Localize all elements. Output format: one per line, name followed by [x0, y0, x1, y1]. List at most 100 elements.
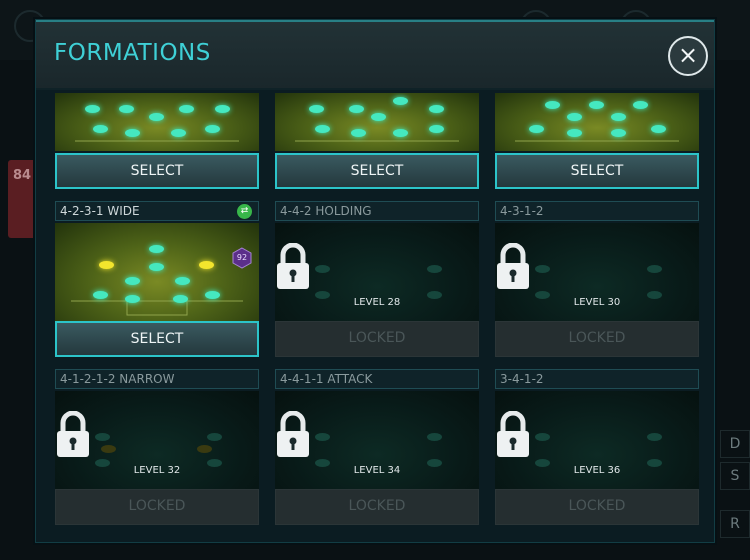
player-marker — [647, 433, 662, 441]
formation-pitch: LEVEL 34 — [275, 391, 479, 489]
player-marker — [197, 445, 212, 453]
rating-badge-value: 92 — [236, 253, 248, 262]
player-marker — [349, 105, 364, 113]
player-marker — [315, 265, 330, 273]
player-marker — [529, 125, 544, 133]
player-marker — [125, 129, 140, 137]
modal-title: FORMATIONS — [54, 40, 211, 66]
player-marker — [633, 101, 648, 109]
unlock-level: LEVEL 30 — [573, 297, 621, 308]
formation-name: 4-1-2-1-2 NARROW — [55, 369, 259, 389]
lock-icon — [277, 243, 309, 289]
close-icon: × — [677, 41, 699, 69]
pitch-lines — [75, 140, 239, 142]
background-card-rating: 84 — [13, 168, 32, 183]
player-marker — [149, 263, 164, 271]
player-marker — [93, 291, 108, 299]
player-marker — [371, 113, 386, 121]
player-marker — [545, 101, 560, 109]
player-marker — [175, 277, 190, 285]
locked-button: LOCKED — [275, 321, 479, 357]
formation-name: 3-4-1-2 — [495, 369, 699, 389]
locked-button: LOCKED — [275, 489, 479, 525]
player-marker — [611, 113, 626, 121]
formation-name: 4-3-1-2 — [495, 201, 699, 221]
player-marker — [429, 125, 444, 133]
formation-pitch: LEVEL 30 — [495, 223, 699, 321]
player-marker — [149, 113, 164, 121]
player-marker — [429, 105, 444, 113]
player-marker — [173, 295, 188, 303]
swap-icon: ⇄ — [237, 204, 252, 219]
player-marker — [535, 265, 550, 273]
player-marker — [393, 97, 408, 105]
formation-pitch — [55, 93, 259, 151]
player-marker — [427, 265, 442, 273]
formation-pitch: LEVEL 36 — [495, 391, 699, 489]
player-marker — [535, 433, 550, 441]
player-marker — [567, 129, 582, 137]
formation-pitch: LEVEL 32 — [55, 391, 259, 489]
player-marker — [215, 105, 230, 113]
player-marker — [589, 101, 604, 109]
player-marker — [393, 129, 408, 137]
player-marker — [351, 129, 366, 137]
player-marker — [567, 113, 582, 121]
background-side-button: S — [720, 462, 750, 490]
rating-badge: 92 — [231, 247, 253, 269]
player-marker — [125, 295, 140, 303]
pitch-lines — [71, 300, 243, 316]
background-player-card: 84 — [8, 160, 38, 238]
player-marker — [93, 125, 108, 133]
player-marker-captain — [199, 261, 214, 269]
player-marker — [315, 433, 330, 441]
player-marker — [85, 105, 100, 113]
player-marker — [315, 125, 330, 133]
player-marker — [149, 245, 164, 253]
player-marker — [171, 129, 186, 137]
player-marker — [205, 125, 220, 133]
player-marker — [647, 265, 662, 273]
formation-name-text: 4-2-3-1 WIDE — [60, 204, 140, 218]
player-marker — [309, 105, 324, 113]
player-marker — [651, 125, 666, 133]
player-marker — [427, 433, 442, 441]
select-button[interactable]: SELECT — [55, 153, 259, 189]
player-marker — [207, 433, 222, 441]
locked-button: LOCKED — [495, 489, 699, 525]
player-marker — [179, 105, 194, 113]
player-marker — [95, 433, 110, 441]
select-button[interactable]: SELECT — [275, 153, 479, 189]
lock-icon — [497, 243, 529, 289]
player-marker — [119, 105, 134, 113]
player-marker — [125, 277, 140, 285]
player-marker — [205, 291, 220, 299]
formation-pitch: 92 — [55, 223, 259, 321]
formation-name: 4-4-1-1 ATTACK — [275, 369, 479, 389]
lock-icon — [277, 411, 309, 457]
formation-pitch — [275, 93, 479, 151]
locked-button: LOCKED — [495, 321, 699, 357]
lock-icon — [497, 411, 529, 457]
pitch-lines — [295, 140, 459, 142]
formations-modal: FORMATIONS × SELECT SELECT SELECT 4-2-3-… — [35, 19, 715, 543]
formation-pitch — [495, 93, 699, 151]
player-marker — [101, 445, 116, 453]
formation-pitch: LEVEL 28 — [275, 223, 479, 321]
background-side-button: R — [720, 510, 750, 538]
unlock-level: LEVEL 34 — [353, 465, 401, 476]
formation-name: 4-4-2 HOLDING — [275, 201, 479, 221]
formation-name: 4-2-3-1 WIDE ⇄ — [55, 201, 259, 221]
select-button[interactable]: SELECT — [495, 153, 699, 189]
background-side-button: D — [720, 430, 750, 458]
locked-button: LOCKED — [55, 489, 259, 525]
close-button[interactable]: × — [668, 36, 708, 76]
unlock-level: LEVEL 28 — [353, 297, 401, 308]
modal-header: FORMATIONS × — [36, 20, 714, 90]
player-marker — [611, 129, 626, 137]
lock-icon — [57, 411, 89, 457]
player-marker-captain — [99, 261, 114, 269]
select-button[interactable]: SELECT — [55, 321, 259, 357]
unlock-level: LEVEL 36 — [573, 465, 621, 476]
unlock-level: LEVEL 32 — [133, 465, 181, 476]
